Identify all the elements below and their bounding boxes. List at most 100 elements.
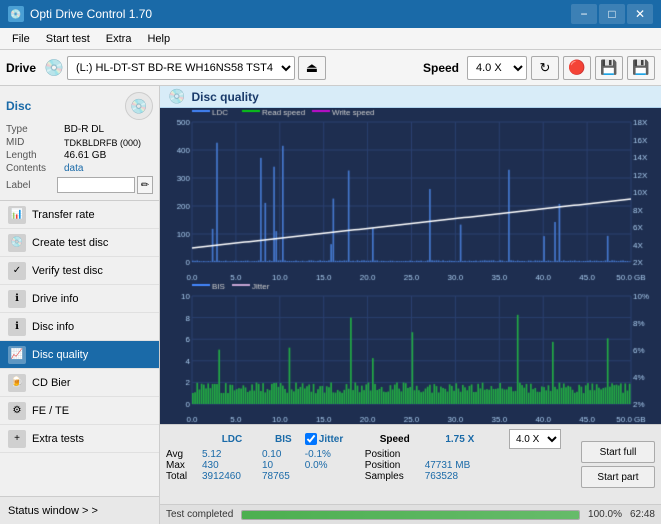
drive-icon: 💿 — [44, 58, 64, 78]
charts-area — [160, 108, 661, 424]
max-speed-extra — [495, 460, 575, 471]
sidebar-item-extra-tests[interactable]: + Extra tests — [0, 425, 159, 453]
menu-file[interactable]: File — [4, 31, 38, 47]
toolbar-btn3[interactable]: 💾 — [627, 56, 655, 80]
stats-table: LDC BIS Jitter Speed 1.75 X — [166, 429, 575, 482]
col-empty — [166, 429, 202, 449]
toolbar-btn2[interactable]: 💾 — [595, 56, 623, 80]
total-speed-val: 763528 — [425, 471, 495, 482]
progress-track — [241, 510, 580, 520]
label-input[interactable] — [57, 177, 135, 193]
speed-select-stats[interactable]: 4.0 X — [509, 429, 561, 449]
menu-help[interactable]: Help — [139, 31, 178, 47]
label-label: Label — [6, 180, 57, 191]
max-ldc: 430 — [202, 460, 262, 471]
dq-icon: 💿 — [168, 88, 185, 105]
avg-jitter: -0.1% — [305, 449, 365, 460]
progress-bar-container: Test completed 100.0% 62:48 — [160, 504, 661, 524]
stats-row-avg: Avg 5.12 0.10 -0.1% Position — [166, 449, 575, 460]
total-label: Total — [166, 471, 202, 482]
length-label: Length — [6, 150, 64, 161]
dq-title: Disc quality — [191, 90, 258, 104]
type-label: Type — [6, 124, 64, 135]
speed-label: Speed — [423, 61, 459, 75]
sidebar-item-transfer-rate[interactable]: 📊 Transfer rate — [0, 201, 159, 229]
mid-label: MID — [6, 137, 64, 148]
toolbar-btn1[interactable]: 🔴 — [563, 56, 591, 80]
upper-chart-canvas — [160, 108, 661, 282]
sidebar-item-disc-info[interactable]: ℹ Disc info — [0, 313, 159, 341]
avg-label: Avg — [166, 449, 202, 460]
status-text: Test completed — [166, 509, 233, 520]
sidebar-item-create-test-disc[interactable]: 💿 Create test disc — [0, 229, 159, 257]
drive-select[interactable]: (L:) HL-DT-ST BD-RE WH16NS58 TST4 — [67, 56, 295, 80]
sidebar-item-drive-info[interactable]: ℹ Drive info — [0, 285, 159, 313]
speed-select[interactable]: 4.0 X — [467, 56, 527, 80]
disc-info-icon: ℹ — [8, 318, 26, 336]
contents-label: Contents — [6, 163, 64, 174]
sidebar-item-disc-quality[interactable]: 📈 Disc quality — [0, 341, 159, 369]
jitter-checkbox[interactable] — [305, 433, 317, 445]
progress-time: 62:48 — [630, 509, 655, 520]
sidebar-item-cd-bier[interactable]: 🍺 CD Bier — [0, 369, 159, 397]
menu-start-test[interactable]: Start test — [38, 31, 98, 47]
cd-bier-icon: 🍺 — [8, 374, 26, 392]
menu-bar: File Start test Extra Help — [0, 28, 661, 50]
col-speed: Speed — [365, 429, 425, 449]
avg-bis: 0.10 — [262, 449, 305, 460]
upper-chart — [160, 108, 661, 282]
sidebar: Disc 💿 Type BD-R DL MID TDKBLDRFB (000) … — [0, 86, 160, 524]
speed-refresh-button[interactable]: ↻ — [531, 56, 559, 80]
type-value: BD-R DL — [64, 124, 104, 135]
col-bis: BIS — [262, 429, 305, 449]
progress-percent: 100.0% — [588, 509, 622, 520]
stats-row-max: Max 430 10 0.0% Position 47731 MB — [166, 460, 575, 471]
contents-value[interactable]: data — [64, 163, 83, 174]
create-test-disc-icon: 💿 — [8, 234, 26, 252]
stats-table-container: LDC BIS Jitter Speed 1.75 X — [166, 429, 575, 500]
action-buttons: Start full Start part — [581, 429, 655, 500]
total-speed-label: Samples — [365, 471, 425, 482]
total-jitter — [305, 471, 365, 482]
main-area: Disc 💿 Type BD-R DL MID TDKBLDRFB (000) … — [0, 86, 661, 524]
jitter-col-label: Jitter — [319, 434, 343, 445]
status-window-label: Status window > > — [8, 505, 98, 517]
start-full-button[interactable]: Start full — [581, 441, 655, 463]
close-button[interactable]: ✕ — [627, 4, 653, 24]
col-ldc: LDC — [202, 429, 262, 449]
col-jitter-check: Jitter — [305, 429, 365, 449]
start-part-button[interactable]: Start part — [581, 466, 655, 488]
toolbar: Drive 💿 (L:) HL-DT-ST BD-RE WH16NS58 TST… — [0, 50, 661, 86]
sidebar-item-verify-test-disc[interactable]: ✓ Verify test disc — [0, 257, 159, 285]
disc-quality-header: 💿 Disc quality — [160, 86, 661, 108]
max-bis: 10 — [262, 460, 305, 471]
menu-extra[interactable]: Extra — [98, 31, 140, 47]
avg-ldc: 5.12 — [202, 449, 262, 460]
app-title: Opti Drive Control 1.70 — [30, 7, 152, 21]
progress-fill — [242, 511, 579, 519]
sidebar-item-fe-te[interactable]: ⚙ FE / TE — [0, 397, 159, 425]
disc-panel: Disc 💿 Type BD-R DL MID TDKBLDRFB (000) … — [0, 86, 159, 201]
max-speed-val: 47731 MB — [425, 460, 495, 471]
fe-te-icon: ⚙ — [8, 402, 26, 420]
nav-items: 📊 Transfer rate 💿 Create test disc ✓ Ver… — [0, 201, 159, 496]
avg-speed-extra — [495, 449, 575, 460]
minimize-button[interactable]: − — [571, 4, 597, 24]
eject-button[interactable]: ⏏ — [298, 56, 326, 80]
maximize-button[interactable]: □ — [599, 4, 625, 24]
transfer-rate-icon: 📊 — [8, 206, 26, 224]
lower-chart-canvas — [160, 282, 661, 424]
max-label: Max — [166, 460, 202, 471]
drive-info-icon: ℹ — [8, 290, 26, 308]
status-window[interactable]: Status window > > — [0, 496, 159, 524]
mid-value: TDKBLDRFB (000) — [64, 138, 141, 148]
stats-bar: LDC BIS Jitter Speed 1.75 X — [160, 424, 661, 504]
disc-artwork[interactable]: 💿 — [125, 92, 153, 120]
app-icon: 💿 — [8, 6, 24, 22]
col-speed-select[interactable]: 4.0 X — [495, 429, 575, 449]
label-edit-button[interactable]: ✏ — [137, 176, 153, 194]
disc-section-title: Disc — [6, 99, 31, 113]
lower-chart — [160, 282, 661, 424]
content-area: 💿 Disc quality LDC BIS — [160, 86, 661, 524]
drive-label: Drive — [6, 61, 36, 75]
